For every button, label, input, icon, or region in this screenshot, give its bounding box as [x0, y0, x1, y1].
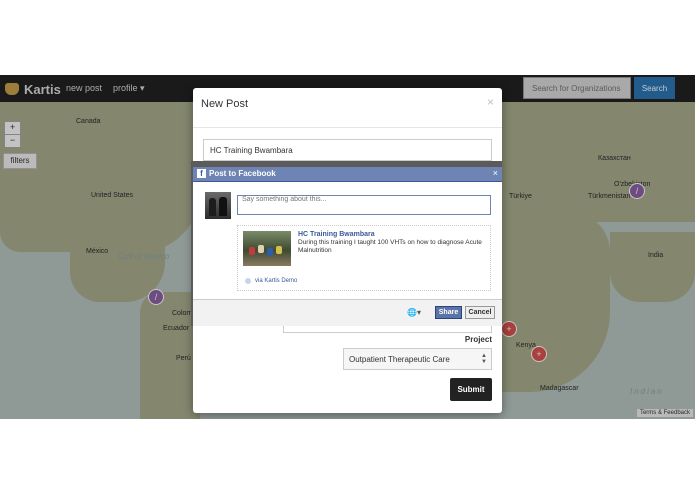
avatar-person-shape — [209, 198, 216, 216]
share-button[interactable]: Share — [435, 306, 462, 319]
project-select[interactable]: Outpatient Therapeutic Care ▲ ▼ — [343, 348, 492, 370]
app-window: Kartis new post profile ▾ Search Gulf of… — [0, 75, 695, 419]
facebook-share-dialog: f Post to Facebook × HC Training Bwambar… — [193, 167, 502, 326]
modal-divider — [193, 127, 502, 128]
cancel-button[interactable]: Cancel — [465, 306, 495, 319]
link-preview-thumbnail — [243, 231, 291, 266]
facebook-logo-icon: f — [197, 169, 206, 178]
avatar-person-shape — [219, 197, 227, 216]
link-preview-title[interactable]: HC Training Bwambara — [298, 231, 375, 238]
modal-title: New Post — [201, 98, 249, 110]
facebook-dialog-header: f Post to Facebook × — [193, 167, 502, 182]
post-title-input[interactable] — [203, 139, 492, 161]
via-text: via Kartis Demo — [255, 278, 298, 284]
facebook-link-preview: HC Training Bwambara During this trainin… — [237, 225, 491, 291]
project-select-value: Outpatient Therapeutic Care — [349, 354, 450, 364]
facebook-dialog-title: Post to Facebook — [209, 169, 276, 178]
project-label: Project — [464, 335, 492, 344]
privacy-globe-icon[interactable]: 🌐▾ — [407, 308, 421, 317]
close-icon[interactable]: × — [493, 168, 498, 178]
facebook-message-input[interactable] — [237, 195, 491, 215]
link-preview-via[interactable]: via Kartis Demo — [245, 278, 297, 284]
avatar — [205, 192, 231, 219]
select-arrows-icon: ▲ ▼ — [481, 353, 487, 365]
link-preview-description: During this training I taught 100 VHTs o… — [298, 239, 482, 254]
close-icon[interactable]: × — [487, 95, 494, 109]
app-icon — [245, 278, 251, 284]
submit-button[interactable]: Submit — [450, 378, 492, 401]
facebook-dialog-footer: 🌐▾ Share Cancel — [193, 299, 502, 326]
